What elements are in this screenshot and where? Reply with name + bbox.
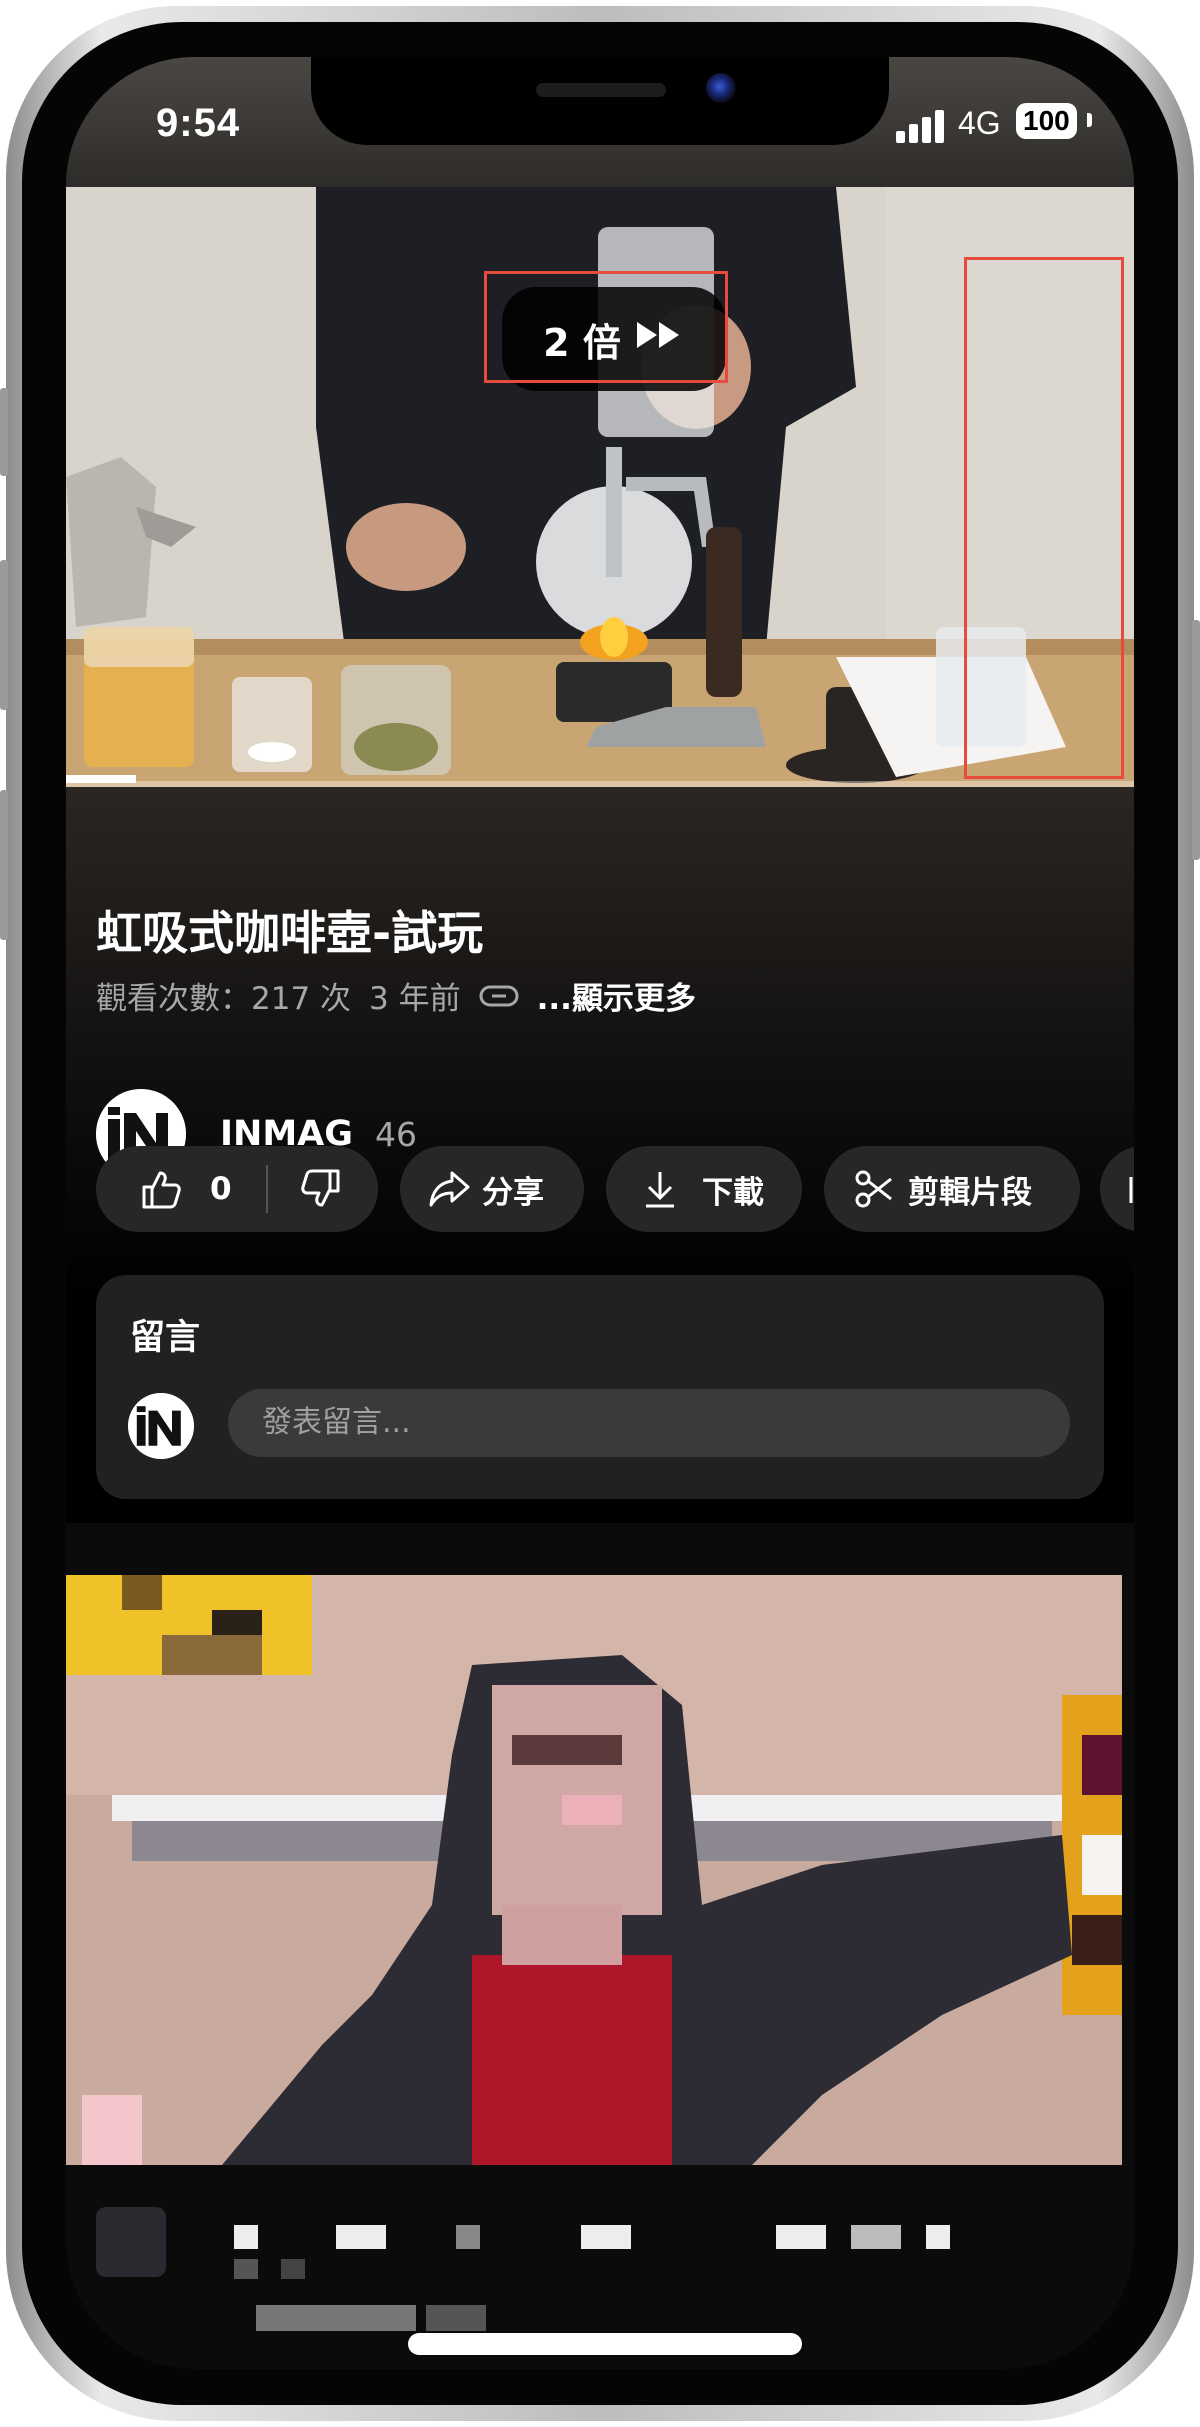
notch <box>311 57 889 145</box>
download-icon <box>646 1172 674 1208</box>
link-icon <box>479 985 519 1006</box>
redacted-subtitle-block <box>234 2259 258 2279</box>
redacted-subtitle-block <box>281 2259 305 2279</box>
volume-up-button <box>0 560 8 710</box>
redacted-title-block <box>926 2225 950 2249</box>
home-indicator[interactable] <box>408 2333 802 2355</box>
redacted-title-block <box>456 2225 480 2249</box>
thumbs-down-icon <box>300 1169 340 1207</box>
redacted-title-block <box>851 2225 901 2249</box>
redacted-meta-block <box>426 2305 486 2331</box>
redacted-avatar <box>96 2207 166 2277</box>
inmag-logo-icon <box>128 1393 194 1459</box>
clip-label: 剪輯片段 <box>908 1174 1032 1211</box>
like-dislike-pill: 0 <box>96 1146 378 1232</box>
redacted-title-block <box>776 2225 826 2249</box>
network-type: 4G <box>958 105 1001 141</box>
comments-card[interactable]: 留言 發表留言... <box>96 1275 1104 1499</box>
like-button[interactable]: 0 <box>96 1167 232 1211</box>
power-button <box>1192 620 1200 860</box>
share-button[interactable]: 分享 <box>400 1146 584 1232</box>
battery-icon: 100 <box>1016 103 1077 139</box>
double-tap-zone-highlight-box <box>964 257 1124 779</box>
redacted-title-block <box>336 2225 386 2249</box>
redacted-title-block <box>581 2225 631 2249</box>
battery-terminal <box>1087 113 1092 127</box>
status-bar: 9:54 4G 100 <box>66 57 1134 187</box>
video-player[interactable]: 2 倍 <box>66 187 1134 787</box>
share-icon <box>429 1171 470 1207</box>
download-button[interactable]: 下載 <box>606 1146 802 1232</box>
like-count: 0 <box>210 1171 232 1207</box>
status-time: 9:54 <box>156 101 241 145</box>
related-video-card[interactable] <box>66 1523 1134 2369</box>
like-divider <box>265 1165 268 1213</box>
upload-age: 3 年前 <box>369 981 461 1017</box>
download-label: 下載 <box>702 1174 764 1211</box>
comment-input[interactable]: 發表留言... <box>228 1389 1070 1457</box>
clip-button[interactable]: 剪輯片段 <box>824 1146 1080 1232</box>
dislike-button[interactable] <box>300 1167 344 1211</box>
more-actions-button[interactable] <box>1100 1146 1134 1232</box>
mute-switch <box>0 388 8 476</box>
speed-highlight-box <box>484 271 728 383</box>
redacted-title-block <box>234 2225 258 2249</box>
related-video-thumbnail[interactable] <box>66 1575 1122 2165</box>
comments-title: 留言 <box>130 1318 201 1358</box>
user-avatar <box>128 1393 194 1459</box>
video-meta[interactable]: 觀看次數：217 次 3 年前 ...顯示更多 <box>96 973 696 1018</box>
scissors-icon <box>855 1170 892 1208</box>
volume-down-button <box>0 790 8 940</box>
battery-level: 100 <box>1023 105 1070 136</box>
action-buttons-row: 0 分享 下載 剪輯片段 <box>96 1146 1134 1232</box>
screen: 9:54 4G 100 2 倍 虹吸式咖啡壺-試玩 觀看次數：217 次 3 年… <box>66 57 1134 2369</box>
cellular-signal-icon <box>896 109 948 143</box>
show-more-link[interactable]: ...顯示更多 <box>537 973 696 1018</box>
earpiece-speaker <box>536 83 666 97</box>
thumbs-up-icon <box>142 1171 181 1209</box>
video-title[interactable]: 虹吸式咖啡壺-試玩 <box>96 897 483 963</box>
redacted-meta-block <box>256 2305 416 2331</box>
save-icon <box>1129 1177 1133 1203</box>
share-label: 分享 <box>482 1174 544 1211</box>
view-count: 觀看次數：217 次 <box>96 981 352 1017</box>
front-camera <box>706 73 736 103</box>
